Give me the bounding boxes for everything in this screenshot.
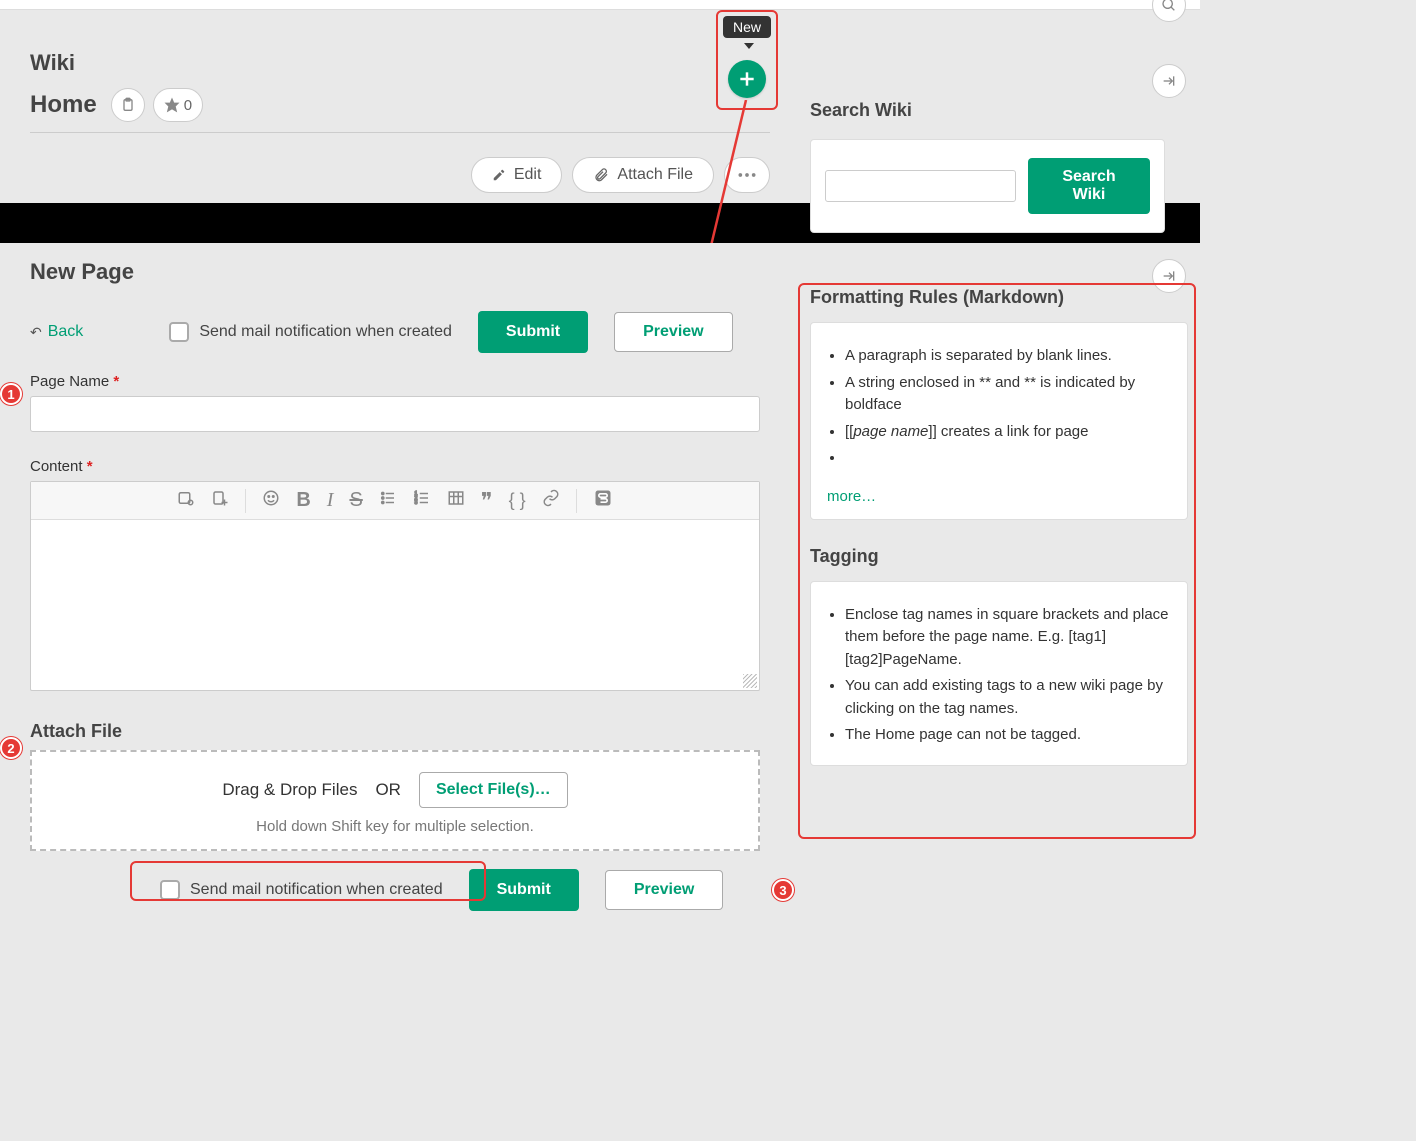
formatting-rules-title: Formatting Rules (Markdown) — [810, 287, 1188, 308]
back-label: Back — [48, 323, 84, 341]
attach-label: Attach File — [617, 166, 693, 184]
search-button[interactable]: Search Wiki — [1028, 158, 1150, 214]
star-button[interactable]: 0 — [153, 88, 203, 122]
search-panel-title: Search Wiki — [810, 100, 1165, 121]
submit-button[interactable]: Submit — [478, 311, 588, 353]
toolbar-code-icon[interactable]: { } — [509, 490, 526, 511]
notify-checkbox-row: Send mail notification when created — [169, 322, 452, 342]
page-title: Home — [30, 91, 97, 119]
star-count: 0 — [184, 97, 192, 114]
svg-text:3: 3 — [414, 500, 417, 506]
toolbar-newpage-icon[interactable] — [211, 489, 229, 512]
shift-hint: Hold down Shift key for multiple selecti… — [42, 818, 748, 835]
more-menu-button[interactable] — [724, 157, 770, 193]
toolbar-strike-icon[interactable]: S — [349, 489, 362, 512]
resize-grip-icon[interactable] — [743, 674, 757, 688]
drag-drop-label: Drag & Drop Files — [222, 780, 357, 800]
wiki-section-title: Wiki — [30, 50, 1180, 76]
fmt-item: A paragraph is separated by blank lines. — [845, 345, 1171, 368]
notify-label: Send mail notification when created — [199, 323, 452, 341]
or-label: OR — [375, 780, 401, 800]
preview-button[interactable]: Preview — [614, 312, 732, 352]
preview-button-bottom[interactable]: Preview — [605, 870, 723, 910]
page-toolbar: Edit Attach File — [30, 157, 770, 193]
annotation-marker-1: 1 — [0, 383, 22, 405]
search-input[interactable] — [825, 170, 1016, 202]
notify-checkbox-bottom[interactable] — [160, 880, 180, 900]
toolbar-quote-icon[interactable]: ❞ — [481, 488, 493, 514]
tagging-title: Tagging — [810, 546, 1188, 567]
toolbar-bold-icon[interactable]: B — [296, 489, 310, 512]
collapse-sidebar-icon[interactable] — [1152, 64, 1186, 98]
toolbar-italic-icon[interactable]: I — [327, 489, 334, 512]
fmt-item: [[page name]] creates a link for page — [845, 421, 1171, 444]
tag-item: You can add existing tags to a new wiki … — [845, 675, 1171, 720]
annotation-marker-2: 2 — [0, 737, 22, 759]
search-wiki-panel: Search Wiki Search Wiki — [810, 100, 1165, 233]
more-link[interactable]: more… — [827, 488, 876, 505]
new-page-section: New Page ↶ Back Send mail notification w… — [0, 243, 1200, 941]
undo-icon: ↶ — [30, 324, 42, 341]
edit-button[interactable]: Edit — [471, 157, 563, 193]
content-editor[interactable]: B I S 123 ❞ { } — [30, 481, 760, 691]
toolbar-ol-icon[interactable]: 123 — [413, 489, 431, 512]
clipboard-icon[interactable] — [111, 88, 145, 122]
formatting-rules-box: A paragraph is separated by blank lines.… — [810, 322, 1188, 520]
tag-item: The Home page can not be tagged. — [845, 724, 1171, 747]
page-name-input[interactable] — [30, 396, 760, 432]
select-files-button[interactable]: Select File(s)… — [419, 772, 568, 808]
page-title-row: Home 0 — [30, 88, 770, 133]
annotation-marker-3: 3 — [772, 879, 794, 901]
wiki-home-section: Wiki Home 0 Edit Attach File — [0, 0, 1200, 203]
editor-toolbar: B I S 123 ❞ { } — [31, 482, 759, 520]
attach-file-button[interactable]: Attach File — [572, 157, 714, 193]
toolbar-fullscreen-icon[interactable] — [593, 488, 613, 513]
help-sidebar: Formatting Rules (Markdown) A paragraph … — [810, 287, 1188, 792]
toolbar-emoji-icon[interactable] — [262, 489, 280, 512]
annotation-highlight-new — [716, 10, 778, 110]
toolbar-link-icon[interactable] — [542, 489, 560, 512]
toolbar-ul-icon[interactable] — [379, 489, 397, 512]
tagging-box: Enclose tag names in square brackets and… — [810, 581, 1188, 766]
notify-checkbox[interactable] — [169, 322, 189, 342]
fmt-item — [845, 447, 1171, 470]
app-header-strip — [0, 0, 1200, 10]
tag-item: Enclose tag names in square brackets and… — [845, 604, 1171, 672]
toolbar-link-ref-icon[interactable] — [177, 489, 195, 512]
back-link[interactable]: ↶ Back — [30, 323, 83, 341]
bottom-action-row: Send mail notification when created Subm… — [160, 869, 1180, 911]
new-page-title: New Page — [30, 259, 1180, 285]
notify-checkbox-row-bottom: Send mail notification when created — [160, 880, 443, 900]
file-drop-zone[interactable]: Drag & Drop Files OR Select File(s)… Hol… — [30, 750, 760, 851]
submit-button-bottom[interactable]: Submit — [469, 869, 579, 911]
edit-label: Edit — [514, 166, 542, 184]
editor-body[interactable] — [31, 520, 759, 690]
fmt-item: A string enclosed in ** and ** is indica… — [845, 372, 1171, 417]
notify-label-bottom: Send mail notification when created — [190, 881, 443, 899]
toolbar-table-icon[interactable] — [447, 489, 465, 512]
